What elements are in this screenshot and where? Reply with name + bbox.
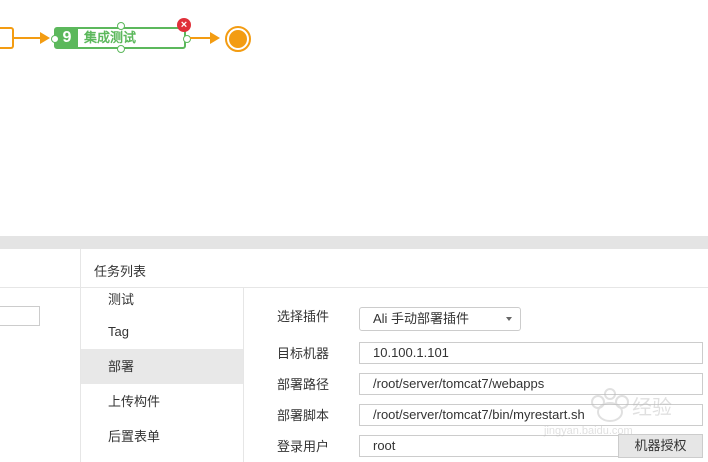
deploy-path-field[interactable]: /root/server/tomcat7/webapps: [359, 373, 703, 395]
flow-arrow-icon: [210, 32, 220, 44]
resize-handle-bottom[interactable]: [117, 45, 125, 53]
left-column-input[interactable]: [0, 306, 40, 326]
end-node[interactable]: [225, 26, 251, 52]
task-panel: 任务列表 测试 Tag 部署 上传构件 后置表单 选择插件 Ali 手动部署插件…: [0, 249, 708, 462]
login-user-field[interactable]: root: [359, 435, 619, 457]
nav-item-test[interactable]: 测试: [81, 288, 243, 314]
panel-header: 任务列表: [0, 249, 708, 288]
stage-name: 集成测试: [84, 30, 137, 45]
pipeline-canvas: 9 集成测试 ×: [0, 0, 708, 236]
flow-arrow-icon: [40, 32, 50, 44]
deploy-path-label: 部署路径: [277, 377, 330, 392]
nav-item-post-form[interactable]: 后置表单: [81, 419, 243, 454]
machine-auth-button[interactable]: 机器授权: [618, 434, 703, 458]
nav-item-tag[interactable]: Tag: [81, 314, 243, 349]
nav-item-deploy[interactable]: 部署: [81, 349, 243, 384]
panel-title: 任务列表: [94, 264, 147, 279]
end-node-fill: [229, 30, 247, 48]
deploy-script-label: 部署脚本: [277, 408, 330, 423]
deploy-script-field[interactable]: /root/server/tomcat7/bin/myrestart.sh: [359, 404, 703, 426]
caret-down-icon: [506, 317, 512, 321]
login-user-label: 登录用户: [277, 439, 330, 454]
task-nav-list: 测试 Tag 部署 上传构件 后置表单: [81, 288, 243, 454]
plugin-select-value: Ali 手动部署插件: [373, 311, 470, 326]
flow-connector: [190, 37, 212, 39]
stage-number: 9: [56, 29, 78, 47]
deploy-form: 选择插件 Ali 手动部署插件 目标机器 10.100.1.101 部署路径 /…: [244, 288, 708, 462]
previous-stage-node[interactable]: [0, 27, 14, 49]
plugin-label: 选择插件: [277, 309, 330, 324]
remove-stage-icon[interactable]: ×: [177, 18, 191, 32]
target-machine-field[interactable]: 10.100.1.101: [359, 342, 703, 364]
resize-handle-top[interactable]: [117, 22, 125, 30]
resize-handle-left[interactable]: [51, 35, 59, 43]
target-machine-label: 目标机器: [277, 346, 330, 361]
plugin-select[interactable]: Ali 手动部署插件: [359, 307, 521, 331]
nav-item-upload-artifact[interactable]: 上传构件: [81, 384, 243, 419]
flow-connector: [14, 37, 42, 39]
panel-divider: [0, 236, 708, 249]
